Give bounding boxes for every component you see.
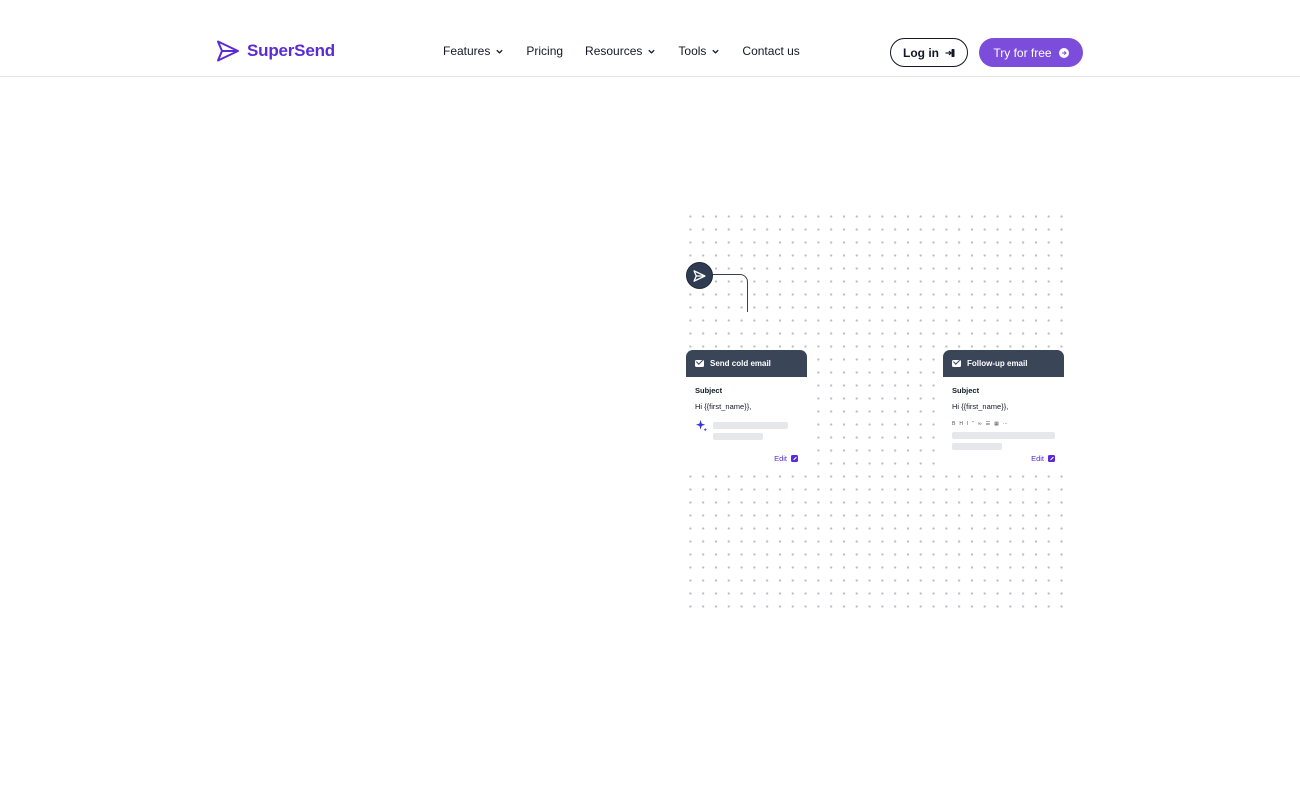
nav-item-tools[interactable]: Tools xyxy=(678,44,720,58)
nav-item-label: Contact us xyxy=(742,44,800,58)
mail-icon xyxy=(695,360,704,367)
editor-toolbar: B H I ” ∞ ☰ ▦ ⋯ xyxy=(952,421,1008,427)
workflow-start-node xyxy=(686,262,713,289)
arrow-right-icon xyxy=(1058,47,1069,58)
send-cold-email-card[interactable]: Send cold email Subject Hi {{first_name}… xyxy=(686,350,807,473)
nav-item-label: Features xyxy=(443,44,491,58)
workflow-connector xyxy=(712,274,748,312)
edit-button[interactable]: Edit xyxy=(1031,454,1055,463)
follow-up-email-card[interactable]: Follow-up email Subject Hi {{first_name}… xyxy=(943,350,1064,473)
subject-label: Subject xyxy=(952,386,980,395)
edit-label: Edit xyxy=(1031,454,1044,463)
email-greeting: Hi {{first_name}}, xyxy=(952,402,1009,411)
sparkle-icon xyxy=(695,419,708,432)
link-icon[interactable]: ∞ xyxy=(978,421,982,427)
brand-name: SuperSend xyxy=(247,41,335,60)
nav-item-label: Pricing xyxy=(526,44,564,58)
list-icon[interactable]: ☰ xyxy=(986,421,990,427)
more-icon[interactable]: ⋯ xyxy=(1003,421,1008,427)
chevron-down-icon xyxy=(712,49,720,54)
main-nav: Features Pricing Resources Tools Contact… xyxy=(443,44,800,58)
edit-button[interactable]: Edit xyxy=(774,454,798,463)
heading-icon[interactable]: H xyxy=(959,421,963,427)
site-header: SuperSend Features Pricing Resources Too… xyxy=(0,0,1300,77)
subject-label: Subject xyxy=(695,386,723,395)
chevron-down-icon xyxy=(648,49,656,54)
nav-item-label: Tools xyxy=(678,44,707,58)
text-placeholder xyxy=(713,422,788,429)
nav-item-pricing[interactable]: Pricing xyxy=(526,44,563,58)
card-body: Subject Hi {{first_name}}, B H I ” ∞ ☰ ▦… xyxy=(943,377,1064,473)
login-button[interactable]: Log in xyxy=(890,38,968,67)
login-icon xyxy=(945,48,955,57)
nav-item-features[interactable]: Features xyxy=(443,44,504,58)
bold-icon[interactable]: B xyxy=(952,421,955,427)
nav-item-label: Resources xyxy=(585,44,643,58)
table-icon[interactable]: ▦ xyxy=(994,421,999,427)
card-header: Follow-up email xyxy=(943,350,1064,377)
text-placeholder xyxy=(952,432,1055,439)
paper-plane-icon xyxy=(217,40,239,62)
card-title: Send cold email xyxy=(710,359,771,368)
card-title: Follow-up email xyxy=(967,359,1028,368)
text-placeholder xyxy=(952,443,1002,450)
nav-item-contact[interactable]: Contact us xyxy=(742,44,799,58)
nav-item-resources[interactable]: Resources xyxy=(585,44,656,58)
brand-logo[interactable]: SuperSend xyxy=(216,40,335,62)
edit-icon xyxy=(1048,455,1055,462)
italic-icon[interactable]: I xyxy=(967,421,968,427)
card-body: Subject Hi {{first_name}}, Edit xyxy=(686,377,807,473)
mail-icon xyxy=(952,360,961,367)
card-header: Send cold email xyxy=(686,350,807,377)
email-greeting: Hi {{first_name}}, xyxy=(695,402,752,411)
edit-icon xyxy=(791,455,798,462)
paper-plane-icon xyxy=(693,269,706,282)
try-for-free-button[interactable]: Try for free xyxy=(979,38,1083,67)
login-label: Log in xyxy=(903,45,939,60)
try-label: Try for free xyxy=(993,45,1052,60)
quote-icon[interactable]: ” xyxy=(972,421,974,427)
text-placeholder xyxy=(713,433,763,440)
edit-label: Edit xyxy=(774,454,787,463)
chevron-down-icon xyxy=(496,49,504,54)
